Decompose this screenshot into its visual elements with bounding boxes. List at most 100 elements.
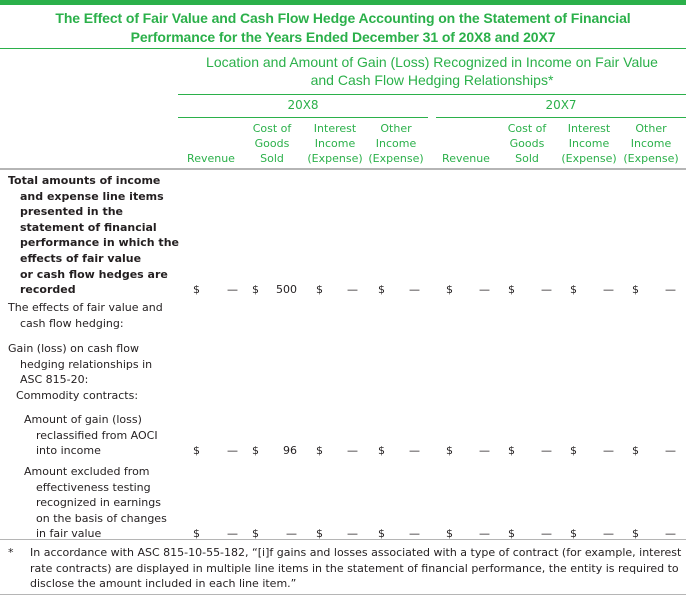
column-header-line: Income (375, 137, 417, 150)
currency-symbol: $ (570, 283, 577, 297)
row-label: Total amounts of income and expense line … (8, 173, 179, 298)
currency-symbol: $ (632, 283, 639, 297)
row-label-line: effectiveness testing (36, 480, 151, 494)
table-title-line-2: Performance for the Years Ended December… (130, 29, 556, 45)
cell-value: — (479, 444, 490, 458)
column-header-line: Goods (254, 137, 290, 150)
column-header: Other Income (Expense) (618, 121, 684, 166)
cell-value: — (541, 444, 552, 458)
column-header-line: (Expense) (623, 152, 679, 165)
cell-value: — (409, 283, 420, 297)
column-header-line (436, 121, 496, 136)
column-group-header: Location and Amount of Gain (Loss) Recog… (178, 53, 686, 89)
row-label-line: Gain (loss) on cash flow (8, 342, 139, 355)
row-label-line: statement of financial (20, 220, 157, 234)
cell-value: — (603, 283, 614, 297)
table-title: The Effect of Fair Value and Cash Flow H… (0, 9, 686, 47)
column-header-line (181, 136, 241, 151)
footnote-divider-bottom (0, 594, 686, 595)
row-label-line: The effects of fair value and (8, 301, 163, 314)
column-header-line: Sold (260, 152, 284, 165)
row-label-line: presented in the (20, 205, 124, 219)
row-label-line: into income (36, 444, 101, 458)
year-header-20x8: 20X8 (287, 98, 319, 112)
cell-value: — (227, 444, 238, 458)
row-label-line: effects of fair value (20, 251, 142, 265)
column-header-line: Cost of (252, 122, 292, 135)
column-group-divider (178, 94, 686, 95)
column-header-line: (Expense) (307, 152, 363, 165)
currency-symbol: $ (378, 444, 385, 458)
footnote-marker: * (8, 546, 14, 559)
column-header: Interest Income (Expense) (302, 121, 368, 166)
currency-symbol: $ (316, 283, 323, 297)
cell-value: — (479, 283, 490, 297)
title-divider (0, 48, 686, 49)
row-label: Amount of gain (loss) reclassified from A… (24, 412, 158, 459)
currency-symbol: $ (632, 444, 639, 458)
column-header: Interest Income (Expense) (556, 121, 622, 166)
year-header-20x7: 20X7 (545, 98, 577, 112)
cell-value: 500 (276, 283, 297, 297)
column-header: Revenue (181, 121, 241, 166)
row-label: Gain (loss) on cash flow hedging relation… (8, 341, 152, 388)
currency-symbol: $ (252, 283, 259, 297)
column-header-line (181, 121, 241, 136)
cell-value: — (409, 444, 420, 458)
row-label-line: Amount of gain (loss) (24, 413, 142, 426)
top-accent-bar (0, 0, 686, 5)
currency-symbol: $ (446, 444, 453, 458)
row-label-line: recorded (20, 283, 76, 297)
currency-symbol: $ (446, 283, 453, 297)
row-label: The effects of fair value and cash flow h… (8, 300, 163, 331)
column-header-line: (Expense) (368, 152, 424, 165)
currency-symbol: $ (193, 283, 200, 297)
row-label-line: Commodity contracts: (16, 389, 139, 402)
column-header-line: Cost of (507, 122, 547, 135)
currency-symbol: $ (378, 283, 385, 297)
column-header-line (436, 136, 496, 151)
column-header-line: Other (380, 122, 412, 135)
row-label-line: or cash flow hedges are (20, 267, 168, 281)
cell-value: — (665, 444, 676, 458)
footnote-divider-top (0, 539, 686, 540)
column-header-line: Sold (515, 152, 539, 165)
header-divider (0, 168, 686, 170)
column-header-line: Income (314, 137, 356, 150)
cell-value: — (347, 283, 358, 297)
row-label-line: hedging relationships in (20, 357, 153, 371)
currency-symbol: $ (508, 444, 515, 458)
column-header-line: Other (635, 122, 667, 135)
cell-value: — (603, 444, 614, 458)
column-header-line: Interest (567, 122, 611, 135)
row-label-line: recognized in earnings (36, 496, 161, 510)
column-header-line: Revenue (442, 152, 490, 165)
column-header-line: (Expense) (561, 152, 617, 165)
column-group-header-line-1: Location and Amount of Gain (Loss) Recog… (206, 54, 658, 70)
currency-symbol: $ (316, 444, 323, 458)
year-divider-20x8 (178, 117, 428, 118)
table-title-line-1: The Effect of Fair Value and Cash Flow H… (55, 10, 631, 26)
row-label-line: and expense line items (20, 189, 164, 203)
column-header-line: Interest (313, 122, 357, 135)
column-header-line: Revenue (187, 152, 235, 165)
currency-symbol: $ (570, 444, 577, 458)
row-label-line: on the basis of changes (36, 511, 167, 525)
currency-symbol: $ (193, 444, 200, 458)
column-group-header-line-2: and Cash Flow Hedging Relationships* (310, 72, 554, 88)
cell-value: — (665, 283, 676, 297)
row-label: Amount excluded from effectiveness testin… (24, 464, 167, 542)
row-label-line: Total amounts of income (8, 174, 161, 187)
row-label-line: performance in which the (20, 236, 179, 250)
cell-value: — (347, 444, 358, 458)
column-header: Cost of Goods Sold (502, 121, 552, 166)
row-label-line: Amount excluded from (24, 465, 150, 478)
currency-symbol: $ (252, 444, 259, 458)
column-header-line: Goods (509, 137, 545, 150)
currency-symbol: $ (508, 283, 515, 297)
column-header: Revenue (436, 121, 496, 166)
cell-value: — (541, 283, 552, 297)
footnote-text: In accordance with ASC 815-10-55-182, “[… (30, 546, 682, 590)
column-header: Other Income (Expense) (363, 121, 429, 166)
cell-value: 96 (283, 444, 297, 458)
